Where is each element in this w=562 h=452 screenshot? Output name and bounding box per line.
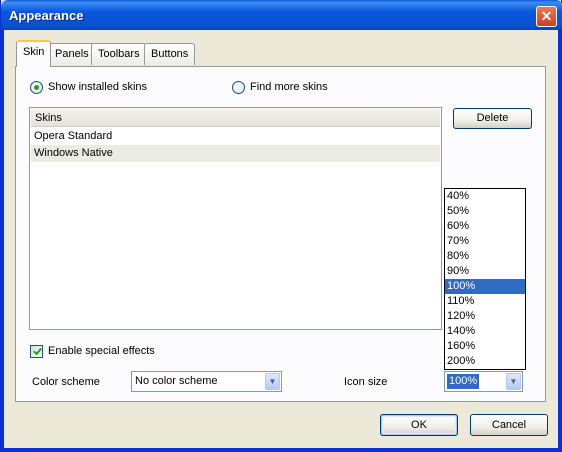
ok-button[interactable]: OK — [380, 414, 458, 436]
chevron-down-icon[interactable]: ▼ — [265, 373, 280, 390]
color-scheme-label: Color scheme — [32, 376, 100, 388]
dropdown-option[interactable]: 200% — [445, 354, 525, 369]
tab-skin[interactable]: Skin — [16, 40, 52, 67]
window-title: Appearance — [9, 8, 84, 23]
list-item[interactable]: Opera Standard — [31, 128, 440, 145]
dropdown-option[interactable]: 140% — [445, 324, 525, 339]
dropdown-option[interactable]: 120% — [445, 309, 525, 324]
dropdown-option[interactable]: 70% — [445, 234, 525, 249]
tab-buttons[interactable]: Buttons — [144, 43, 196, 65]
find-more-skins-label[interactable]: Find more skins — [250, 81, 328, 93]
enable-special-effects-label[interactable]: Enable special effects — [48, 345, 155, 357]
dropdown-option-selected[interactable]: 100% — [445, 279, 525, 294]
show-installed-skins-label[interactable]: Show installed skins — [48, 81, 147, 93]
skins-column-header[interactable]: Skins — [31, 109, 440, 127]
icon-size-label: Icon size — [344, 376, 388, 388]
dropdown-option[interactable]: 50% — [445, 204, 525, 219]
checkmark-icon — [33, 345, 42, 356]
tab-panels[interactable]: Panels — [48, 43, 96, 65]
tab-toolbars[interactable]: Toolbars — [91, 43, 147, 65]
color-scheme-value: No color scheme — [135, 375, 218, 387]
skins-list[interactable]: Skins Opera Standard Windows Native — [29, 107, 442, 330]
dropdown-option[interactable]: 110% — [445, 294, 525, 309]
cancel-button[interactable]: Cancel — [470, 414, 548, 436]
window-border-right — [558, 30, 561, 452]
delete-button[interactable]: Delete — [453, 108, 532, 129]
icon-size-value: 100% — [447, 374, 480, 389]
find-more-skins-radio[interactable] — [232, 81, 245, 94]
radio-selected-dot — [34, 85, 39, 90]
enable-special-effects-checkbox[interactable] — [30, 345, 43, 358]
dropdown-option[interactable]: 160% — [445, 339, 525, 354]
icon-size-dropdown-list[interactable]: 40% 50% 60% 70% 80% 90% 100% 110% 120% 1… — [444, 188, 526, 370]
show-installed-skins-radio[interactable] — [30, 81, 43, 94]
icon-size-select[interactable]: 100% ▼ — [444, 371, 523, 392]
chevron-down-icon[interactable]: ▼ — [506, 373, 521, 390]
window-border-bottom — [1, 448, 562, 451]
dropdown-option[interactable]: 90% — [445, 264, 525, 279]
window-border-left — [1, 30, 4, 452]
close-icon: ✕ — [540, 8, 553, 24]
appearance-dialog: Appearance ✕ Skin Panels Toolbars Button… — [0, 0, 562, 452]
dropdown-option[interactable]: 80% — [445, 249, 525, 264]
color-scheme-select[interactable]: No color scheme ▼ — [131, 371, 282, 392]
dropdown-option[interactable]: 40% — [445, 189, 525, 204]
dropdown-option[interactable]: 60% — [445, 219, 525, 234]
close-button[interactable]: ✕ — [536, 6, 557, 27]
list-item[interactable]: Windows Native — [31, 145, 440, 162]
title-bar[interactable]: Appearance ✕ — [1, 0, 562, 30]
